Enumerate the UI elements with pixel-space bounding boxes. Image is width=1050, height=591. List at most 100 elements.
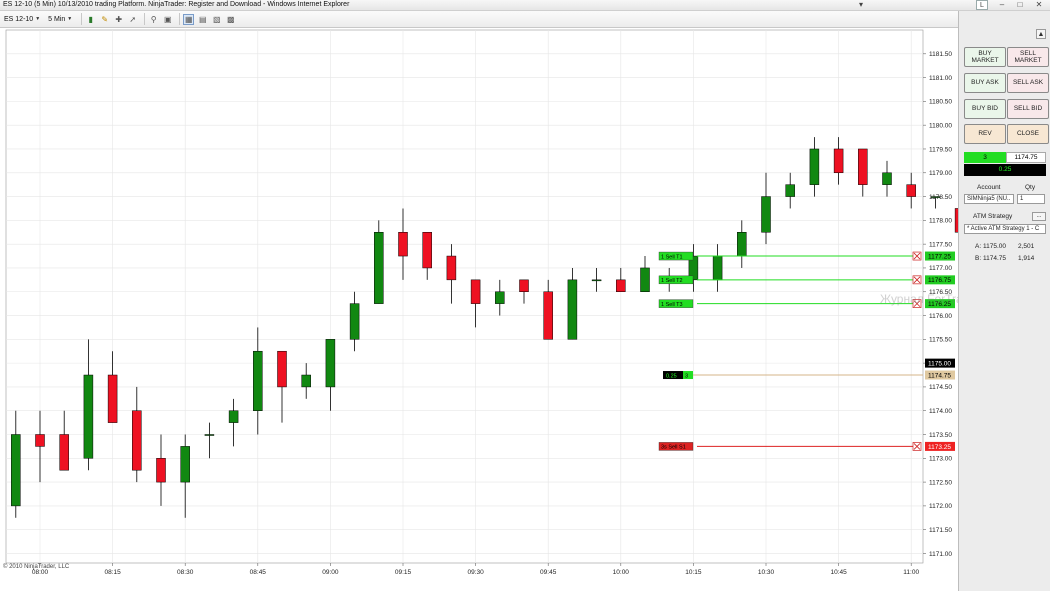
x-tick-label: 09:00 — [322, 569, 339, 576]
candle-body[interactable] — [398, 232, 408, 257]
candle-body[interactable] — [422, 232, 432, 269]
chart-lock-button[interactable]: L — [976, 0, 988, 10]
candle-body[interactable] — [616, 279, 626, 292]
ask-label: A: — [975, 243, 982, 250]
x-tick-label: 09:15 — [395, 569, 412, 576]
candle-body[interactable] — [156, 458, 166, 483]
sell-bid-button[interactable]: SELL BID — [1007, 99, 1049, 119]
candle-body[interactable] — [325, 339, 336, 388]
candle-body[interactable] — [640, 267, 650, 292]
candle-body[interactable] — [180, 446, 190, 483]
candle-body[interactable] — [737, 232, 747, 257]
bar-chart-icon[interactable]: ▮ — [85, 14, 96, 25]
y-tick-label: 1180.00 — [929, 122, 952, 129]
candle-body[interactable] — [470, 279, 481, 304]
candle-body[interactable] — [761, 196, 771, 233]
chart-trader-icon[interactable]: ▦ — [183, 13, 195, 25]
position-qty-label: 3 — [685, 373, 688, 379]
y-tick-label: 1178.00 — [929, 218, 952, 225]
ask-size: 2,501 — [1018, 243, 1035, 250]
buy-market-button[interactable]: BUY MARKET — [964, 47, 1006, 67]
atm-strategy-label: ATM Strategy — [973, 213, 1013, 220]
bid-price: 1174.75 — [983, 255, 1007, 262]
instrument-selector[interactable]: ES 12-10 ▼ — [2, 16, 42, 23]
account-value: SIMNinja5 (NU.. — [967, 196, 1011, 202]
y-tick-label: 1177.00 — [929, 265, 952, 272]
candle-body[interactable] — [301, 374, 311, 388]
maximize-button[interactable]: □ — [1012, 0, 1028, 10]
candle-body[interactable] — [59, 434, 69, 471]
sell-market-button[interactable]: SELL MARKET — [1007, 47, 1049, 67]
ask-price: 1175.00 — [983, 243, 1007, 250]
qty-stepper[interactable]: 1 — [1017, 194, 1045, 204]
collapse-panel-button[interactable]: ▲ — [1036, 29, 1046, 39]
sell-ask-button[interactable]: SELL ASK — [1007, 73, 1049, 93]
interval-selector[interactable]: 5 Min ▼ — [46, 16, 74, 23]
candle-body[interactable] — [107, 374, 118, 423]
y-tick-label: 1173.00 — [929, 456, 952, 463]
y-tick-label: 1171.50 — [929, 527, 952, 534]
zoom-icon[interactable]: ▣ — [162, 14, 173, 25]
candle-body[interactable] — [204, 434, 215, 436]
candle-body[interactable] — [228, 410, 239, 423]
candle-body[interactable] — [83, 374, 94, 459]
close-window-button[interactable]: ✕ — [1030, 0, 1048, 10]
candle-body[interactable] — [712, 255, 723, 281]
price-marker-label: 1176.75 — [928, 277, 951, 284]
candle-body[interactable] — [543, 291, 553, 340]
candle-body[interactable] — [495, 291, 505, 304]
candle-body[interactable] — [446, 255, 457, 281]
candle-body[interactable] — [591, 279, 602, 282]
instrument-label: ES 12-10 — [4, 15, 34, 23]
y-tick-label: 1181.50 — [929, 51, 952, 58]
account-select[interactable]: SIMNinja5 (NU.. — [964, 194, 1014, 204]
candle-body[interactable] — [809, 148, 820, 185]
candle-body[interactable] — [35, 434, 45, 447]
buy-bid-button[interactable]: BUY BID — [964, 99, 1006, 119]
pointer-icon[interactable]: ➚ — [127, 14, 138, 25]
candle-body[interactable] — [785, 184, 795, 197]
order-label: 1 Sell T1 — [661, 254, 683, 260]
candle-body[interactable] — [833, 148, 844, 174]
y-tick-label: 1171.00 — [929, 551, 952, 558]
chevron-down-icon: ▼ — [67, 16, 73, 22]
candle-body[interactable] — [253, 350, 263, 411]
chart-area[interactable]: 1171.00 1171.50 1172.00 1172.50 1173.00 1173.… — [0, 28, 958, 591]
atm-options-button[interactable]: ... — [1032, 212, 1046, 221]
close-position-button[interactable]: CLOSE — [1007, 124, 1049, 144]
candle-body[interactable] — [132, 410, 142, 471]
candle-body[interactable] — [277, 350, 287, 388]
candle-body[interactable] — [374, 232, 384, 304]
x-tick-label: 10:30 — [758, 569, 775, 576]
data-box-icon[interactable]: ▩ — [225, 14, 236, 25]
chart-toolbar: ES 12-10 ▼ 5 Min ▼ ▮ ✎ ✚ ➚ ⚲ ▣ ▦ ▤ ▧ ▩ — [0, 11, 958, 28]
x-tick-label: 10:45 — [830, 569, 847, 576]
y-tick-label: 1174.00 — [929, 408, 952, 415]
x-tick-label: 09:45 — [540, 569, 557, 576]
candle-body[interactable] — [567, 279, 578, 340]
candle-body[interactable] — [882, 172, 892, 185]
ninjatrader-window: ES 12-10 (5 Min) 10/13/2010 trading Plat… — [0, 0, 1050, 591]
order-label: 1 Sell T2 — [661, 278, 683, 284]
magnify-icon[interactable]: ⚲ — [148, 14, 159, 25]
price-chart[interactable]: 1171.00 1171.50 1172.00 1172.50 1173.00 1173.… — [0, 28, 958, 591]
candle-body[interactable] — [519, 279, 529, 292]
candle-body[interactable] — [11, 434, 21, 507]
atm-strategy-select[interactable]: * Active ATM Strategy 1 - C — [964, 224, 1046, 234]
minimize-button[interactable]: – — [994, 0, 1010, 10]
properties-icon[interactable]: ▤ — [197, 14, 208, 25]
x-tick-label: 08:15 — [104, 569, 121, 576]
candle-body[interactable] — [906, 184, 916, 197]
candle-body[interactable] — [930, 196, 941, 198]
pencil-icon[interactable]: ✎ — [99, 14, 110, 25]
candle-body[interactable] — [349, 303, 360, 340]
reverse-button[interactable]: REV — [964, 124, 1006, 144]
window-menu-icon[interactable]: ▾ — [854, 0, 868, 10]
y-tick-label: 1179.50 — [929, 146, 952, 153]
crosshair-icon[interactable]: ✚ — [113, 14, 124, 25]
y-tick-label: 1180.50 — [929, 99, 952, 106]
y-tick-label: 1181.00 — [929, 75, 952, 82]
buy-ask-button[interactable]: BUY ASK — [964, 73, 1006, 93]
candle-body[interactable] — [858, 148, 868, 185]
template-icon[interactable]: ▧ — [211, 14, 222, 25]
